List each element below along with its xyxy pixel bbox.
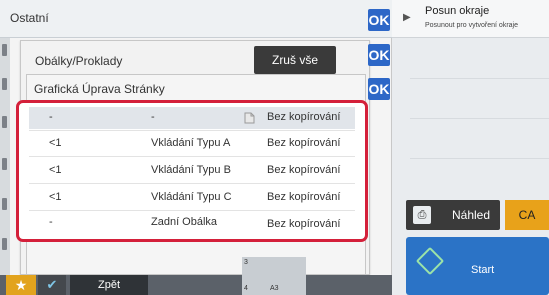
preview-button[interactable]: ⎙ Náhled xyxy=(406,200,500,230)
check-icon[interactable]: ✔ xyxy=(38,275,66,295)
insert-list: - - Bez kopírování <1 Vkládání Typu A Be… xyxy=(16,100,368,242)
list-item-page: <1 xyxy=(49,191,62,203)
list-item-copy: Bez kopírování xyxy=(267,137,341,149)
list-item-copy: Bez kopírování xyxy=(267,191,341,203)
list-item-copy: Bez kopírování xyxy=(267,111,341,123)
play-arrow-icon: ▶ xyxy=(403,12,411,23)
favorite-star-icon[interactable]: ★ xyxy=(6,275,36,295)
list-item-type: Vkládání Typu A xyxy=(151,137,231,149)
start-label: Start xyxy=(471,264,495,276)
header-other: Ostatní xyxy=(0,0,392,38)
list-item[interactable]: <1 Vkládání Typu C Bez kopírování xyxy=(29,187,355,209)
sidebar-divider xyxy=(410,158,549,159)
list-item[interactable]: - Zadní Obálka Bez kopírování xyxy=(29,212,355,234)
tab-marker xyxy=(2,238,7,250)
header-title: Ostatní xyxy=(10,11,49,25)
list-item[interactable]: - - Bez kopírování xyxy=(29,107,355,129)
ok-button-page-layout[interactable]: OK xyxy=(368,78,390,100)
margin-shift-subtitle: Posunout pro vytvoření okraje xyxy=(425,22,518,29)
list-item-page: - xyxy=(49,111,53,123)
covers-inserts-title: Obálky/Proklady xyxy=(35,54,123,68)
page-icon xyxy=(243,112,255,124)
ok-button-other[interactable]: OK xyxy=(368,9,390,31)
back-button[interactable]: Zpět xyxy=(70,275,148,295)
preview-icon: ⎙ xyxy=(413,206,431,224)
list-item-type: Vkládání Typu B xyxy=(151,164,231,176)
start-button[interactable]: Start xyxy=(406,237,549,295)
start-icon xyxy=(415,246,445,276)
ok-button-covers[interactable]: OK xyxy=(368,44,390,66)
sidebar-divider xyxy=(410,78,549,79)
preview-label: Náhled xyxy=(452,208,491,222)
clear-all-button[interactable]: Zruš vše xyxy=(254,46,336,74)
list-item-page: <1 xyxy=(49,164,62,176)
page-layout-title: Grafická Úprava Stránky xyxy=(34,82,165,96)
list-item-type: Zadní Obálka xyxy=(151,216,218,228)
paper-tray-indicator: 3 4 A3 xyxy=(242,257,306,295)
tab-marker xyxy=(2,78,7,90)
sidebar-divider xyxy=(410,118,549,119)
left-tab-strip xyxy=(0,38,10,275)
list-item[interactable]: <1 Vkládání Typu B Bez kopírování xyxy=(29,160,355,182)
list-item-page: - xyxy=(49,216,53,228)
margin-shift-title: Posun okraje xyxy=(425,5,490,17)
tray-number-top: 3 xyxy=(244,259,248,266)
tray-number-bottom: 4 xyxy=(244,285,248,292)
clear-all-ca-button[interactable]: CA xyxy=(505,200,549,230)
tab-marker xyxy=(2,116,7,128)
list-item-type: Vkládání Typu C xyxy=(151,191,232,203)
list-item[interactable]: <1 Vkládání Typu A Bez kopírování xyxy=(29,133,355,155)
list-item-page: <1 xyxy=(49,137,62,149)
tab-marker xyxy=(2,44,7,56)
tab-marker xyxy=(2,198,7,210)
tab-marker xyxy=(2,158,7,170)
tray-paper-size: A3 xyxy=(270,285,279,292)
margin-shift-item[interactable]: ▶ Posun okraje Posunout pro vytvoření ok… xyxy=(392,0,549,38)
list-item-copy: Bez kopírování xyxy=(267,218,341,230)
list-item-copy: Bez kopírování xyxy=(267,164,341,176)
list-item-type: - xyxy=(151,111,155,123)
